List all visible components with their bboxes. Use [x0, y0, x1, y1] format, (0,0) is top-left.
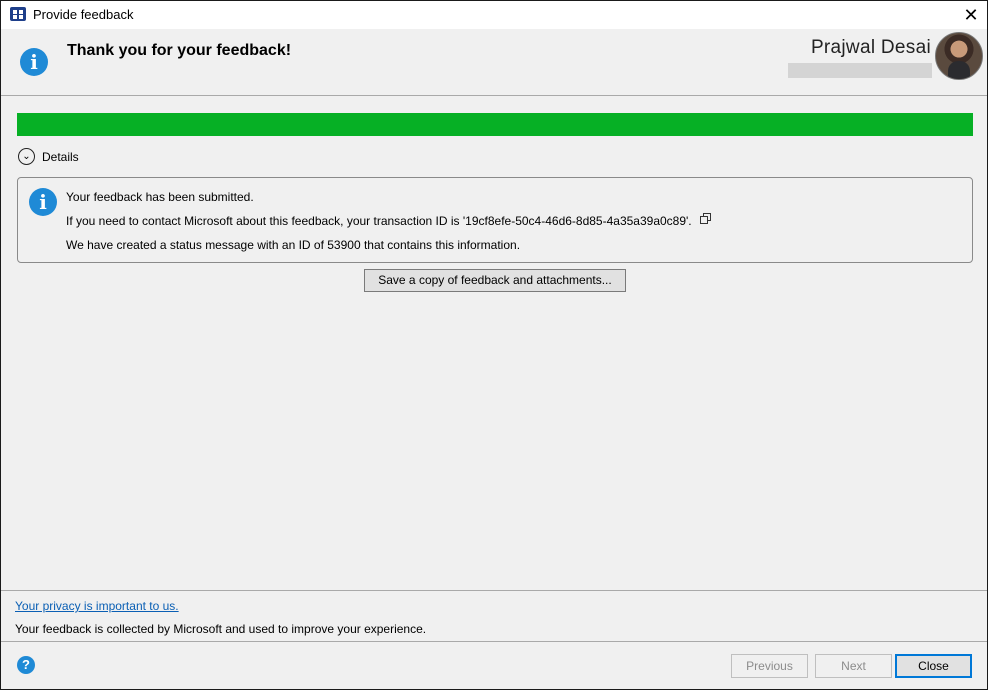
user-name: Prajwal Desai — [810, 37, 931, 58]
info-icon: i — [29, 188, 57, 216]
privacy-link[interactable]: Your privacy is important to us. — [15, 599, 179, 613]
details-label: Details — [42, 150, 79, 164]
redacted-email — [788, 63, 932, 78]
progress-bar — [17, 113, 973, 136]
close-window-icon[interactable]: ✕ — [957, 2, 985, 28]
info-icon: i — [20, 48, 48, 76]
transaction-id-text: If you need to contact Microsoft about t… — [66, 214, 692, 228]
title-bar: Provide feedback ✕ — [1, 1, 987, 29]
copy-icon[interactable] — [700, 213, 711, 224]
window-title: Provide feedback — [33, 7, 134, 22]
status-id-text: We have created a status message with an… — [66, 238, 521, 252]
status-message-box: i Your feedback has been submitted. If y… — [17, 177, 973, 263]
previous-button[interactable]: Previous — [731, 654, 808, 678]
close-button[interactable]: Close — [895, 654, 972, 678]
next-button[interactable]: Next — [815, 654, 892, 678]
help-icon[interactable]: ? — [17, 656, 35, 674]
divider — [1, 641, 987, 642]
app-icon — [10, 7, 26, 21]
feedback-window: Provide feedback ✕ i Thank you for your … — [0, 0, 988, 690]
collection-notice: Your feedback is collected by Microsoft … — [15, 622, 427, 636]
avatar — [935, 32, 983, 80]
chevron-down-icon[interactable]: ⌄ — [18, 148, 35, 165]
submitted-text: Your feedback has been submitted. — [66, 190, 254, 204]
save-copy-button[interactable]: Save a copy of feedback and attachments.… — [364, 269, 626, 292]
header-title: Thank you for your feedback! — [67, 42, 292, 59]
header: i Thank you for your feedback! Prajwal D… — [1, 29, 987, 96]
divider — [1, 590, 987, 591]
